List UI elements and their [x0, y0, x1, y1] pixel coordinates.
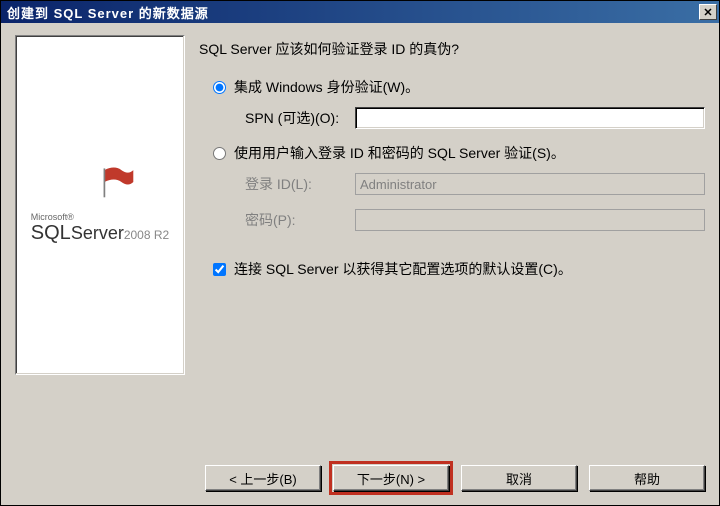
button-row: < 上一步(B) 下一步(N) > 取消 帮助 [1, 455, 719, 505]
login-row: 登录 ID(L): [245, 173, 705, 195]
auth-sql-label: 使用用户输入登录 ID 和密码的 SQL Server 验证(S)。 [234, 143, 565, 163]
spn-input[interactable] [355, 107, 705, 129]
dialog-window: 创建到 SQL Server 的新数据源 ✕ Microsoft® SQLSer… [0, 0, 720, 506]
sql-server-flag-icon [101, 165, 135, 199]
cancel-button[interactable]: 取消 [461, 465, 577, 491]
logo-server-text: Server [71, 223, 124, 243]
titlebar: 创建到 SQL Server 的新数据源 ✕ [1, 1, 719, 23]
auth-windows-label: 集成 Windows 身份验证(W)。 [234, 77, 419, 97]
auth-windows-radio[interactable] [213, 81, 226, 94]
content-area: Microsoft® SQLServer2008 R2 SQL Server 应… [1, 23, 719, 455]
connect-checkbox[interactable] [213, 263, 226, 276]
logo-product-text: SQLServer2008 R2 [31, 222, 169, 245]
logo-inner: Microsoft® SQLServer2008 R2 [17, 165, 183, 245]
next-button[interactable]: 下一步(N) > [333, 465, 449, 491]
login-input [355, 173, 705, 195]
logo-sql-text: SQL [31, 222, 71, 244]
spn-label: SPN (可选)(O): [245, 108, 355, 128]
password-input [355, 209, 705, 231]
logo-microsoft-text: Microsoft® [31, 212, 169, 222]
connect-row: 连接 SQL Server 以获得其它配置选项的默认设置(C)。 [199, 259, 705, 279]
close-button[interactable]: ✕ [699, 4, 717, 20]
spn-row: SPN (可选)(O): [245, 107, 705, 129]
form-heading: SQL Server 应该如何验证登录 ID 的真伪? [199, 39, 705, 59]
close-icon: ✕ [703, 6, 712, 19]
logo-version-text: 2008 R2 [124, 228, 169, 242]
auth-windows-row: 集成 Windows 身份验证(W)。 [199, 77, 705, 97]
auth-sql-radio[interactable] [213, 147, 226, 160]
auth-sql-row: 使用用户输入登录 ID 和密码的 SQL Server 验证(S)。 [199, 143, 705, 163]
login-label: 登录 ID(L): [245, 174, 355, 194]
connect-label: 连接 SQL Server 以获得其它配置选项的默认设置(C)。 [234, 259, 572, 279]
window-title: 创建到 SQL Server 的新数据源 [7, 3, 699, 22]
back-button[interactable]: < 上一步(B) [205, 465, 321, 491]
password-label: 密码(P): [245, 210, 355, 230]
help-button[interactable]: 帮助 [589, 465, 705, 491]
password-row: 密码(P): [245, 209, 705, 231]
form-panel: SQL Server 应该如何验证登录 ID 的真伪? 集成 Windows 身… [199, 35, 705, 445]
logo-panel: Microsoft® SQLServer2008 R2 [15, 35, 185, 375]
